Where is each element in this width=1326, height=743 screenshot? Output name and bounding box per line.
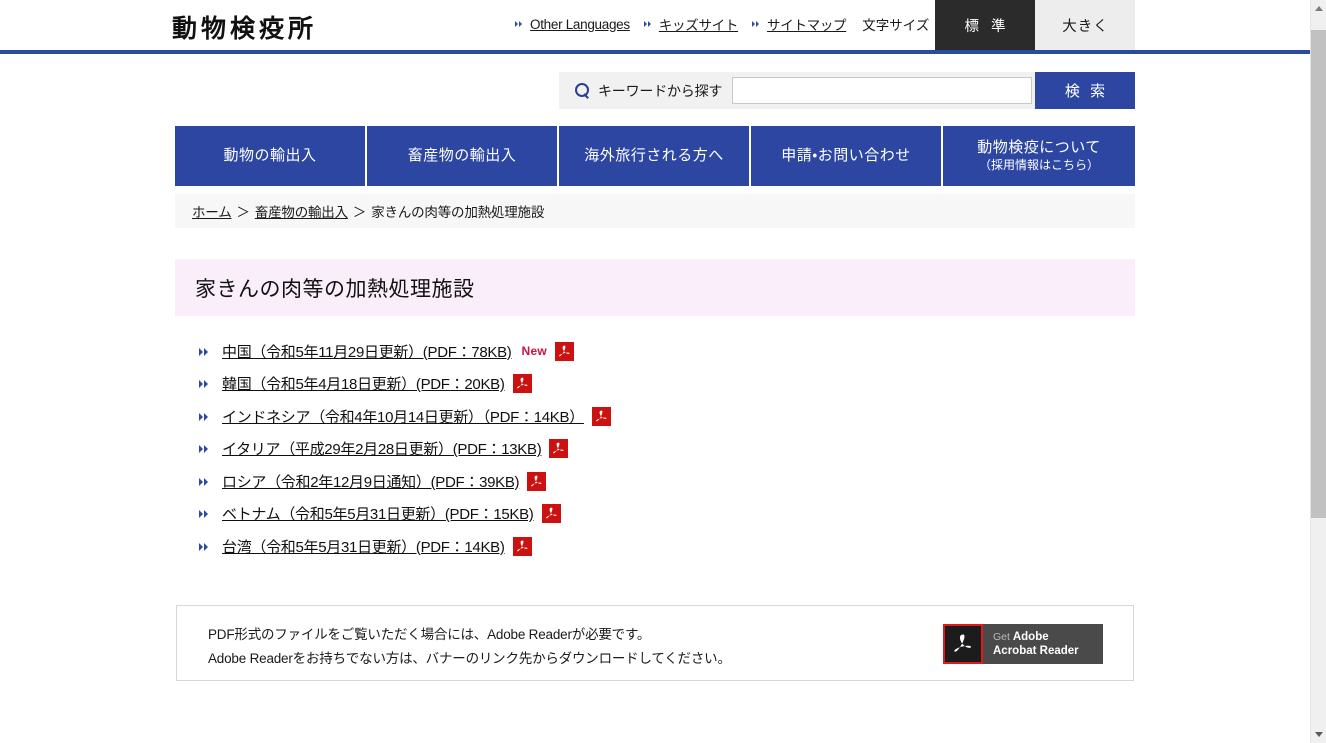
pdf-link-list: 中国（令和5年11月29日更新）(PDF：78KB) New 韓国（令和5年4月… xyxy=(199,335,1099,563)
chevron-right-icon xyxy=(199,541,210,552)
pdf-icon xyxy=(513,374,532,393)
pdf-icon xyxy=(592,407,611,426)
scroll-up-arrow-icon[interactable] xyxy=(1311,0,1326,17)
pdf-link-russia[interactable]: ロシア（令和2年12月9日通知）(PDF：39KB) xyxy=(222,471,519,492)
util-link-kids-site[interactable]: キッズサイト xyxy=(644,14,738,34)
scrollbar-thumb[interactable] xyxy=(1311,30,1326,518)
chevron-right-icon xyxy=(752,20,761,29)
adobe-banner-get-label: Get xyxy=(993,631,1013,643)
breadcrumb-parent-link[interactable]: 畜産物の輸出入 xyxy=(255,201,348,221)
gnav-item-label: 動物検疫について xyxy=(977,138,1101,158)
chevron-right-icon xyxy=(199,508,210,519)
gnav-item-label: 動物の輸出入 xyxy=(223,146,316,166)
list-item: 台湾（令和5年5月31日更新）(PDF：14KB) xyxy=(199,530,1099,563)
adobe-banner-product-label: Acrobat Reader xyxy=(993,644,1079,658)
search-bar: キーワードから探す 検 索 xyxy=(559,72,1135,109)
chevron-right-icon xyxy=(644,20,653,29)
pdf-link-korea[interactable]: 韓国（令和5年4月18日更新）(PDF：20KB) xyxy=(222,373,505,394)
gnav-item-label: 海外旅行される方へ xyxy=(584,146,724,166)
gnav-item-overseas-travel[interactable]: 海外旅行される方へ xyxy=(559,126,751,186)
breadcrumb-separator: ＞ xyxy=(353,201,366,221)
breadcrumb-current: 家きんの肉等の加熱処理施設 xyxy=(371,201,544,221)
list-item: ベトナム（令和5年5月31日更新）(PDF：15KB) xyxy=(199,498,1099,531)
pdf-link-italy[interactable]: イタリア（平成29年2月28日更新）(PDF：13KB) xyxy=(222,438,541,459)
gnav-item-livestock-import-export[interactable]: 畜産物の輸出入 xyxy=(367,126,559,186)
util-link-other-languages[interactable]: Other Languages xyxy=(515,17,630,32)
gnav-item-sublabel: （採用情報はこちら） xyxy=(979,158,1099,174)
search-icon xyxy=(575,83,591,99)
list-item: 中国（令和5年11月29日更新）(PDF：78KB) New xyxy=(199,335,1099,368)
gnav-item-about-quarantine[interactable]: 動物検疫について （採用情報はこちら） xyxy=(943,126,1135,186)
browser-page: 動物検疫所 Other Languages キッズサイト サイトマップ 文字サイ… xyxy=(0,0,1326,743)
pdf-link-taiwan[interactable]: 台湾（令和5年5月31日更新）(PDF：14KB) xyxy=(222,536,505,557)
breadcrumb-separator: ＞ xyxy=(237,201,250,221)
note-line-1: PDF形式のファイルをご覧いただく場合には、Adobe Readerが必要です。 xyxy=(208,623,731,647)
pdf-icon xyxy=(542,504,561,523)
search-input[interactable] xyxy=(732,77,1032,104)
pdf-icon xyxy=(549,439,568,458)
pdf-link-china[interactable]: 中国（令和5年11月29日更新）(PDF：78KB) xyxy=(222,341,511,362)
adobe-banner-text: Get Adobe Acrobat Reader xyxy=(983,630,1079,658)
gnav-item-label: 畜産物の輸出入 xyxy=(408,146,517,166)
site-header: 動物検疫所 Other Languages キッズサイト サイトマップ 文字サイ… xyxy=(0,0,1310,50)
chevron-right-icon xyxy=(199,443,210,454)
get-adobe-reader-banner[interactable]: Get Adobe Acrobat Reader xyxy=(943,624,1103,664)
search-button[interactable]: 検 索 xyxy=(1035,72,1135,109)
list-item: ロシア（令和2年12月9日通知）(PDF：39KB) xyxy=(199,465,1099,498)
font-size-standard-button[interactable]: 標 準 xyxy=(935,0,1035,50)
utility-navigation: Other Languages キッズサイト サイトマップ 文字サイズ xyxy=(515,14,939,34)
pdf-link-vietnam[interactable]: ベトナム（令和5年5月31日更新）(PDF：15KB) xyxy=(222,503,534,524)
chevron-right-icon xyxy=(515,20,524,29)
gnav-item-label: 申請・お問い合わせ xyxy=(781,146,911,166)
page-title: 家きんの肉等の加熱処理施設 xyxy=(175,259,1135,316)
search-field-group: キーワードから探す xyxy=(559,72,1035,109)
chevron-right-icon xyxy=(199,411,210,422)
util-link-label: キッズサイト xyxy=(659,14,738,34)
pdf-icon xyxy=(527,472,546,491)
list-item: 韓国（令和5年4月18日更新）(PDF：20KB) xyxy=(199,368,1099,401)
search-label: キーワードから探す xyxy=(598,81,722,101)
list-item: イタリア（平成29年2月28日更新）(PDF：13KB) xyxy=(199,433,1099,466)
header-blue-rule xyxy=(0,50,1310,54)
adobe-banner-brand-label: Adobe xyxy=(1013,631,1049,643)
adobe-acrobat-icon xyxy=(943,624,983,664)
chevron-right-icon xyxy=(199,346,210,357)
gnav-item-animal-import-export[interactable]: 動物の輸出入 xyxy=(175,126,367,186)
font-size-large-button[interactable]: 大きく xyxy=(1035,0,1135,50)
gnav-item-application-inquiry[interactable]: 申請・お問い合わせ xyxy=(751,126,943,186)
chevron-right-icon xyxy=(199,378,210,389)
adobe-reader-note-box: PDF形式のファイルをご覧いただく場合には、Adobe Readerが必要です。… xyxy=(176,605,1134,681)
note-line-2: Adobe Readerをお持ちでない方は、バナーのリンク先からダウンロードして… xyxy=(208,647,731,671)
breadcrumb-home-link[interactable]: ホーム xyxy=(192,201,232,221)
pdf-link-indonesia[interactable]: インドネシア（令和4年10月14日更新）（PDF：14KB） xyxy=(222,406,584,427)
site-title: 動物検疫所 xyxy=(172,9,317,45)
util-link-label: Other Languages xyxy=(530,17,630,32)
adobe-reader-note-text: PDF形式のファイルをご覧いただく場合には、Adobe Readerが必要です。… xyxy=(208,623,731,671)
global-navigation: 動物の輸出入 畜産物の輸出入 海外旅行される方へ 申請・お問い合わせ 動物検疫に… xyxy=(175,126,1135,186)
breadcrumb: ホーム ＞ 畜産物の輸出入 ＞ 家きんの肉等の加熱処理施設 xyxy=(175,194,1135,228)
font-size-label: 文字サイズ xyxy=(862,14,929,34)
pdf-icon xyxy=(555,342,574,361)
util-link-label: サイトマップ xyxy=(767,14,846,34)
new-badge: New xyxy=(521,344,547,358)
list-item: インドネシア（令和4年10月14日更新）（PDF：14KB） xyxy=(199,400,1099,433)
pdf-icon xyxy=(513,537,532,556)
util-link-sitemap[interactable]: サイトマップ xyxy=(752,14,846,34)
chevron-right-icon xyxy=(199,476,210,487)
scroll-down-arrow-icon[interactable] xyxy=(1311,726,1326,743)
vertical-scrollbar[interactable] xyxy=(1310,0,1326,743)
